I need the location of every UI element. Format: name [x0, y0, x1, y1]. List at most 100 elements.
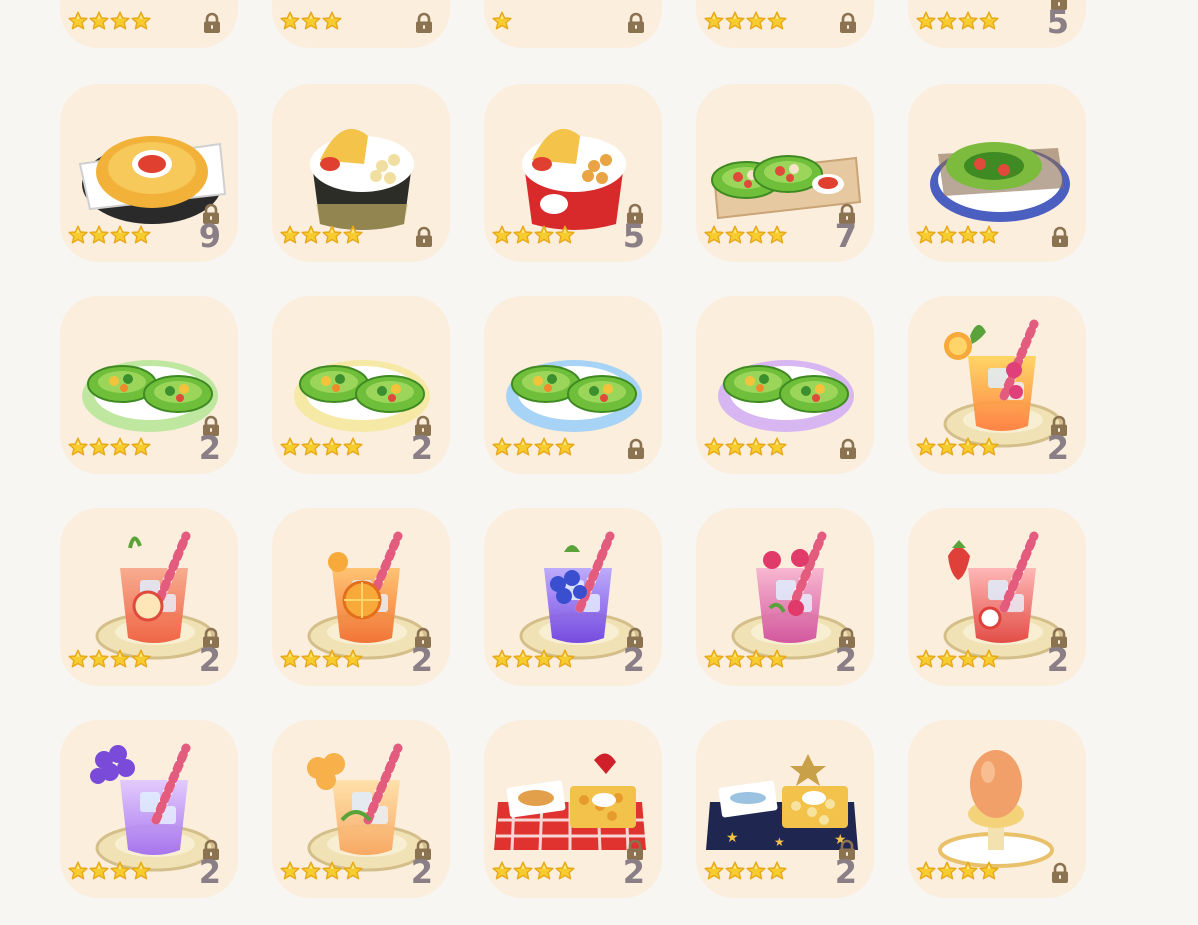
star-icon [68, 437, 88, 456]
item-tile-lettuce-wraps-tray[interactable]: 7 [696, 84, 874, 262]
item-tile-strawberry-drink[interactable]: 2 [908, 508, 1086, 686]
item-tile-fries-and-nuggets-dark-cup[interactable] [272, 84, 450, 262]
star-icon [89, 649, 109, 668]
star-rating [492, 649, 575, 669]
star-icon [68, 11, 88, 30]
item-count: 7 [834, 217, 857, 255]
star-rating [704, 649, 787, 669]
star-icon [89, 861, 109, 880]
star-icon [958, 649, 978, 668]
star-icon [767, 437, 787, 456]
star-icon [555, 861, 575, 880]
item-tile-blueberry-drink[interactable]: 2 [484, 508, 662, 686]
item-tile-fries-and-nuggets-red-cup[interactable]: 5 [484, 84, 662, 262]
lock-icon [416, 12, 432, 33]
star-rating [68, 225, 151, 245]
star-icon [492, 225, 512, 244]
item-tile-orange-drink[interactable]: 2 [272, 508, 450, 686]
item-tile-raspberry-drink[interactable]: 2 [696, 508, 874, 686]
star-icon [704, 861, 724, 880]
star-icon [280, 437, 300, 456]
item-tile-avocado-salad-plate[interactable] [908, 84, 1086, 262]
star-icon [301, 649, 321, 668]
star-rating [492, 861, 575, 881]
item-tile-apple-drink[interactable]: 2 [60, 508, 238, 686]
item-tile-grape-drink[interactable]: 2 [60, 720, 238, 898]
star-rating [916, 861, 999, 881]
star-icon [89, 225, 109, 244]
item-tile-nachos-platter[interactable]: 9 [60, 84, 238, 262]
star-icon [725, 861, 745, 880]
star-rating [492, 225, 575, 245]
star-icon [110, 649, 130, 668]
star-icon [89, 437, 109, 456]
star-icon [746, 437, 766, 456]
star-icon [492, 861, 512, 880]
star-icon [916, 225, 936, 244]
item-tile-lettuce-cups-blue-plate[interactable] [484, 296, 662, 474]
star-icon [725, 649, 745, 668]
item-tile-egg-cup[interactable] [908, 720, 1086, 898]
lock-icon [416, 226, 432, 247]
star-icon [280, 649, 300, 668]
item-count: 2 [1046, 429, 1069, 467]
star-rating [704, 225, 787, 245]
star-icon [767, 649, 787, 668]
star-icon [767, 225, 787, 244]
item-tile-peach-drink[interactable]: 2 [272, 720, 450, 898]
star-icon [322, 861, 342, 880]
svg-text:★: ★ [726, 830, 739, 846]
star-icon [322, 11, 342, 30]
item-tile-lettuce-cups-purple-plate[interactable] [696, 296, 874, 474]
star-icon [131, 11, 151, 30]
star-icon [343, 437, 363, 456]
star-icon [343, 649, 363, 668]
item-tile-lettuce-cups-yellow-plate[interactable]: 2 [272, 296, 450, 474]
star-icon [958, 11, 978, 30]
star-rating [492, 11, 512, 31]
star-icon [704, 11, 724, 30]
lock-icon [204, 12, 220, 33]
star-icon [301, 11, 321, 30]
item-count: 5 [1046, 3, 1069, 41]
star-icon [280, 225, 300, 244]
star-icon [110, 11, 130, 30]
star-icon [937, 225, 957, 244]
star-icon [725, 11, 745, 30]
item-count: 2 [410, 853, 433, 891]
star-rating [916, 649, 999, 669]
star-rating [492, 437, 575, 457]
star-icon [704, 225, 724, 244]
star-icon [131, 649, 151, 668]
item-count: 2 [834, 641, 857, 679]
item-tile-plated-dish-2[interactable] [272, 0, 450, 48]
star-icon [534, 649, 554, 668]
item-tile-lettuce-cups-green-plate[interactable]: 2 [60, 296, 238, 474]
star-icon [555, 225, 575, 244]
item-tile-fruit-punch-drink[interactable]: 2 [908, 296, 1086, 474]
item-count: 2 [834, 853, 857, 891]
star-rating [704, 437, 787, 457]
star-icon [746, 225, 766, 244]
lock-icon [1052, 862, 1068, 883]
star-icon [704, 649, 724, 668]
item-tile-picnic-box-navy[interactable]: ★ ★ ★ 2 [696, 720, 874, 898]
star-icon [746, 649, 766, 668]
item-count: 2 [622, 641, 645, 679]
star-icon [916, 437, 936, 456]
item-tile-picnic-box-red[interactable]: 2 [484, 720, 662, 898]
star-icon [937, 437, 957, 456]
star-icon [301, 861, 321, 880]
star-icon [110, 437, 130, 456]
lock-icon [628, 438, 644, 459]
star-rating [68, 861, 151, 881]
star-icon [343, 861, 363, 880]
item-tile-popcorn-bucket-checkered[interactable] [696, 0, 874, 48]
item-tile-plated-dish-3[interactable] [484, 0, 662, 48]
item-tile-popcorn-bucket-striped[interactable]: 5 [908, 0, 1086, 48]
star-icon [513, 649, 533, 668]
svg-text:★: ★ [774, 835, 785, 849]
item-tile-plated-dish-1[interactable] [60, 0, 238, 48]
star-icon [937, 861, 957, 880]
star-icon [131, 861, 151, 880]
